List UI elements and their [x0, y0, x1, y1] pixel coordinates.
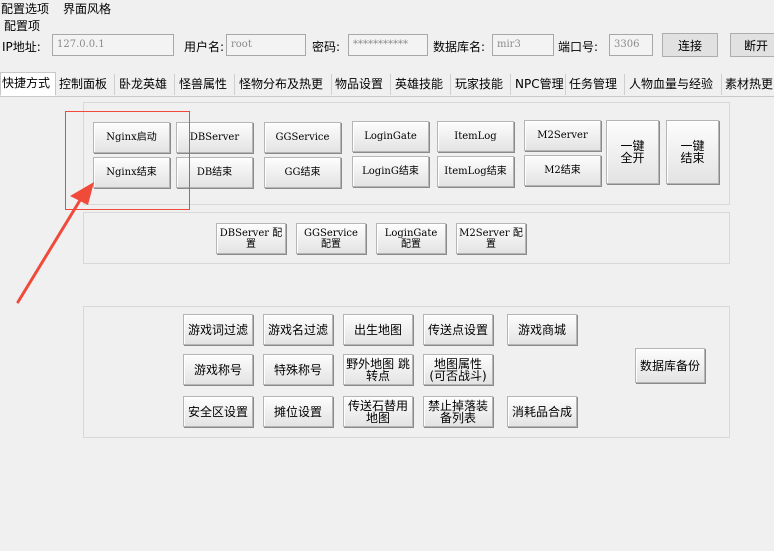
annotation-arrow-icon — [16, 182, 94, 304]
